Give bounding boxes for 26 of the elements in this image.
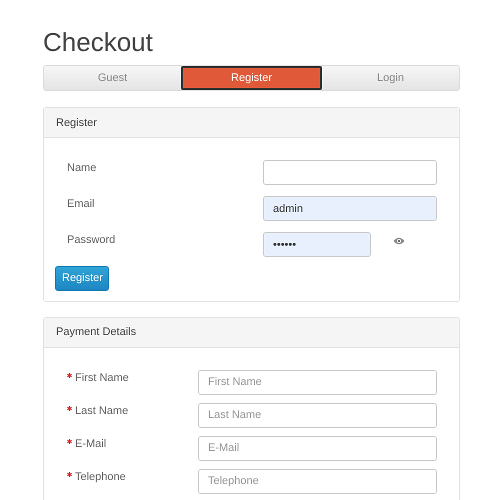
input-field[interactable]: First Name	[198, 370, 437, 394]
page-title: Checkout	[43, 27, 154, 57]
input-field[interactable]: Telephone	[198, 468, 437, 494]
panel-heading: Register	[44, 108, 459, 138]
field-label: E-Mail	[67, 436, 198, 450]
asterisk-icon	[67, 406, 72, 410]
tab[interactable]: Register	[181, 66, 322, 90]
panel-heading: Payment Details	[44, 318, 459, 348]
password-field[interactable]: ••••••	[263, 232, 371, 257]
field-label: Name	[67, 161, 98, 174]
tab[interactable]: Login	[322, 66, 459, 90]
input-field[interactable]: Last Name	[198, 402, 437, 428]
register-button[interactable]: Register	[55, 266, 109, 290]
asterisk-icon	[67, 472, 72, 476]
field-label: Last Name	[67, 402, 198, 416]
field-label: Password	[67, 233, 116, 246]
field-label: Telephone	[67, 468, 198, 482]
input-field[interactable]: E-Mail	[198, 436, 437, 460]
input-field[interactable]: admin	[263, 196, 437, 221]
field-label: First Name	[67, 370, 198, 384]
asterisk-icon	[67, 372, 72, 378]
asterisk-icon	[67, 438, 72, 444]
eye-icon[interactable]	[393, 236, 405, 244]
input-field[interactable]	[263, 160, 437, 185]
tab[interactable]: Guest	[44, 66, 181, 90]
field-label: Email	[67, 197, 96, 210]
